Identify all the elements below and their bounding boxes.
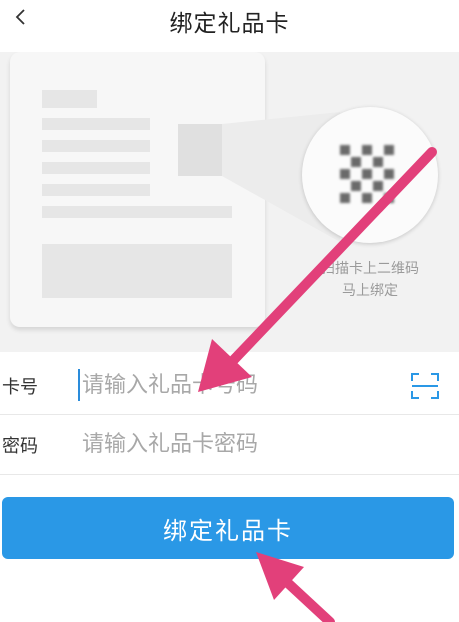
- card-number-input[interactable]: [76, 363, 376, 407]
- scan-hint-line1: 扫描卡上二维码: [321, 261, 419, 277]
- scan-hint: 扫描卡上二维码 马上绑定: [300, 258, 440, 302]
- qr-code-icon: [340, 145, 398, 203]
- divider: [0, 474, 459, 475]
- scan-illustration: 扫描卡上二维码 马上绑定: [0, 52, 459, 352]
- scan-icon: [411, 373, 439, 399]
- nav-bar: 绑定礼品卡: [0, 0, 459, 44]
- scan-button[interactable]: [408, 369, 442, 403]
- card-number-row: 卡号: [0, 357, 459, 413]
- scan-hint-line2: 马上绑定: [342, 283, 398, 299]
- page-title: 绑定礼品卡: [169, 11, 290, 37]
- annotation-arrow: [256, 552, 335, 622]
- password-label: 密码: [2, 436, 38, 457]
- password-input[interactable]: [76, 422, 376, 466]
- password-row: 密码: [0, 416, 459, 472]
- card-number-label: 卡号: [2, 377, 38, 398]
- divider: [0, 414, 459, 415]
- magnifier-circle: [302, 107, 438, 243]
- bind-gift-card-button[interactable]: 绑定礼品卡: [2, 497, 454, 559]
